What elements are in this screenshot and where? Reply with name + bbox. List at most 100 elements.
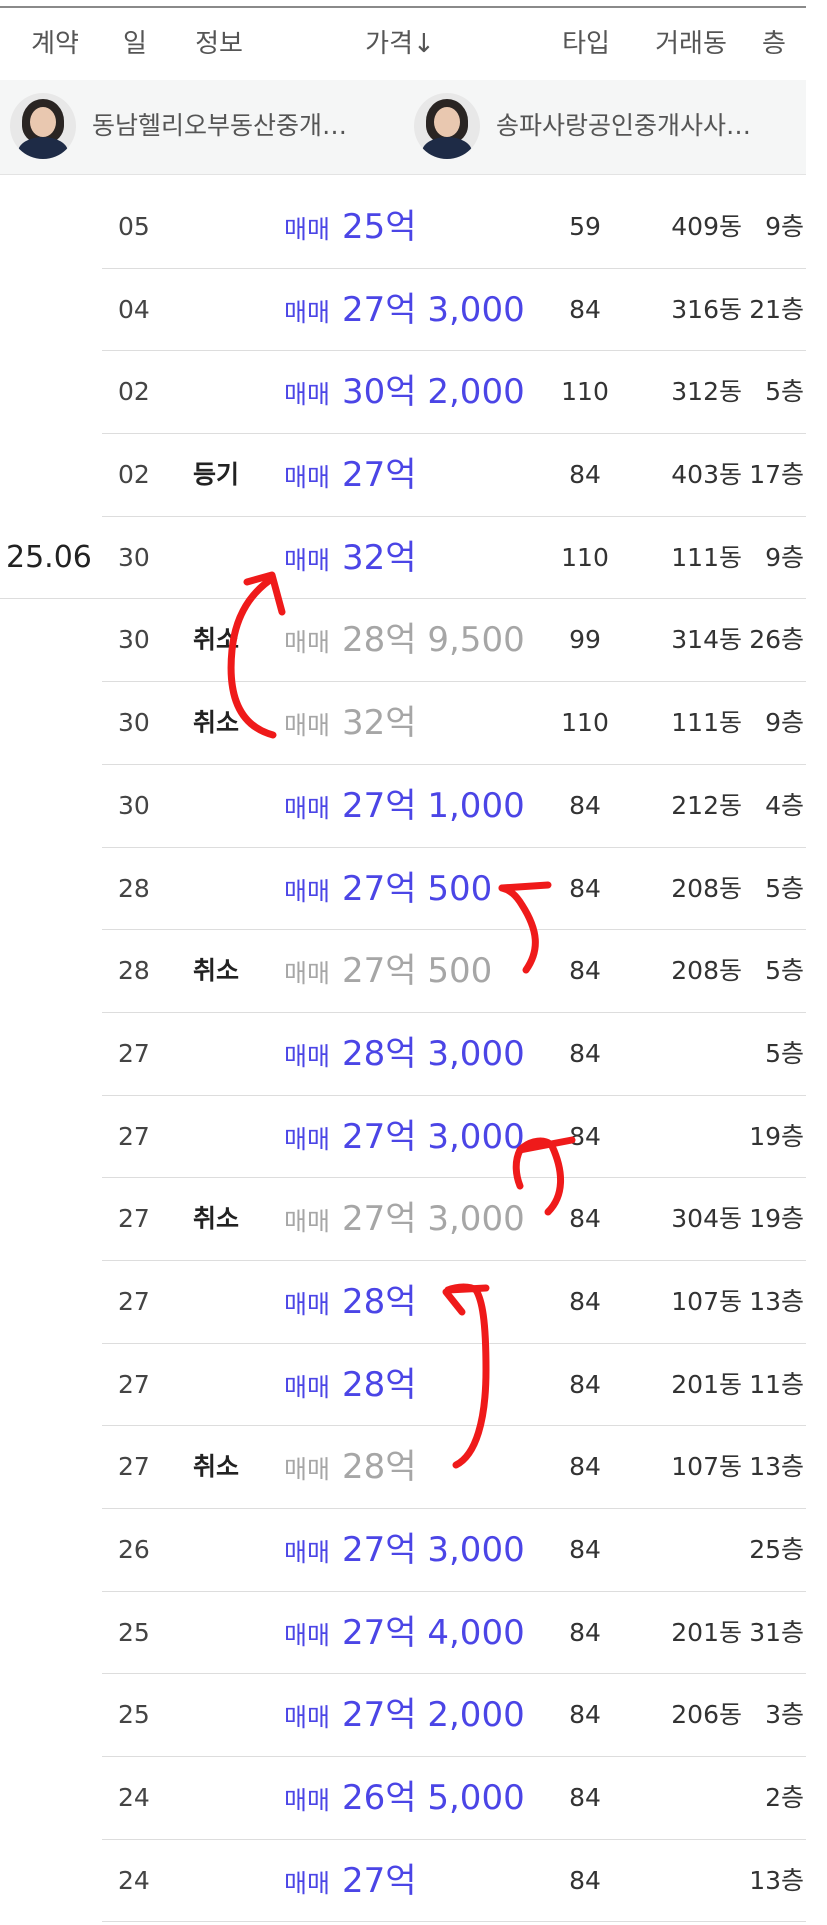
cell-price[interactable]: 매매 27억 3,000	[284, 1096, 525, 1179]
cell-dong: 312동	[671, 377, 742, 407]
table-row[interactable]: 28 매매 27억 500 84 208동 5층	[0, 848, 806, 931]
cell-price[interactable]: 매매 28억	[284, 1426, 417, 1509]
header-price-sort[interactable]: 가격↓	[350, 8, 450, 80]
header-dong[interactable]: 거래동	[644, 8, 738, 80]
cell-type: 110	[561, 542, 609, 572]
deal-type: 매매	[284, 297, 331, 327]
table-row[interactable]: 30 취소 매매 32억 110 111동 9층	[0, 682, 806, 765]
deal-type: 매매	[284, 876, 331, 906]
cell-dong	[640, 1840, 742, 1923]
cell-day: 26	[118, 1535, 150, 1564]
price-value: 28억	[342, 1281, 417, 1322]
deal-type: 매매	[284, 711, 331, 741]
cell-day: 27	[118, 1204, 150, 1234]
table-row[interactable]: 04 매매 27억 3,000 84 316동 21층	[0, 269, 806, 352]
cell-price[interactable]: 매매 27억 500	[284, 848, 492, 931]
cell-type: 84	[569, 1121, 601, 1151]
cell-price[interactable]: 매매 27억	[284, 1840, 417, 1923]
header-day[interactable]: 일	[118, 8, 152, 80]
cell-type: 84	[569, 1286, 601, 1316]
cell-price[interactable]: 매매 27억 3,000	[284, 1509, 525, 1592]
broker-avatar	[414, 93, 480, 159]
table-row[interactable]: 05 매매 25억 59 409동 9층	[0, 186, 806, 269]
cell-price[interactable]: 매매 27억 3,000	[284, 1178, 525, 1261]
price-value: 27억 3,000	[342, 289, 525, 330]
table-row[interactable]: 27 매매 28억 84 201동 11층	[0, 1344, 806, 1427]
table-row[interactable]: 25 매매 27억 4,000 84 201동 31층	[0, 1592, 806, 1675]
cell-price[interactable]: 매매 32억	[284, 682, 417, 765]
deal-type: 매매	[284, 545, 331, 575]
price-value: 27억 3,000	[342, 1530, 525, 1570]
deal-type: 매매	[284, 1289, 331, 1319]
table-row[interactable]: 26 매매 27억 3,000 84 25층	[0, 1509, 806, 1592]
cell-type: 84	[569, 1204, 601, 1234]
cell-floor: 9층	[765, 212, 804, 241]
cell-floor: 9층	[765, 708, 804, 738]
cell-type: 84	[569, 790, 601, 820]
table-row[interactable]: 27 취소 매매 28억 84 107동 13층	[0, 1426, 806, 1509]
cell-type: 110	[561, 708, 609, 738]
cell-dong	[640, 1509, 742, 1592]
cell-price[interactable]: 매매 27억 2,000	[284, 1674, 525, 1757]
cell-day: 27	[118, 1286, 150, 1316]
cell-price[interactable]: 매매 27억 3,000	[284, 269, 525, 352]
table-row[interactable]: 27 매매 28억 3,000 84 5층	[0, 1013, 806, 1096]
cell-day: 28	[118, 956, 150, 986]
cell-price[interactable]: 매매 28억	[284, 1261, 417, 1344]
deal-type: 매매	[284, 793, 331, 823]
price-value: 32억	[342, 537, 417, 578]
header-type[interactable]: 타입	[554, 8, 618, 80]
cell-floor: 11층	[749, 1369, 804, 1399]
cell-price[interactable]: 매매 28억	[284, 1344, 417, 1427]
header-floor[interactable]: 층	[756, 8, 792, 80]
table-row[interactable]: 24 매매 27억 84 13층	[0, 1840, 806, 1923]
table-row[interactable]: 02 등기 매매 27억 84 403동 17층	[0, 434, 806, 517]
table-row[interactable]: 02 매매 30억 2,000 110 312동 5층	[0, 351, 806, 435]
cell-price[interactable]: 매매 32억	[284, 517, 417, 600]
price-value: 27억 3,000	[342, 1116, 525, 1157]
table-row[interactable]: 24 매매 26억 5,000 84 2층	[0, 1757, 806, 1840]
cell-dong: 304동	[671, 1204, 742, 1234]
cell-price[interactable]: 매매 27억 4,000	[284, 1592, 525, 1675]
header-contract[interactable]: 계약	[22, 8, 88, 80]
cell-dong: 111동	[671, 542, 742, 572]
cell-day: 28	[118, 873, 150, 903]
cell-price[interactable]: 매매 27억 1,000	[284, 765, 525, 848]
price-value: 25억	[342, 207, 417, 247]
cell-floor: 19층	[749, 1204, 804, 1234]
table-row[interactable]: 30 매매 27억 1,000 84 212동 4층	[0, 765, 806, 848]
cell-type: 84	[569, 1700, 601, 1730]
cell-dong: 314동	[671, 625, 742, 655]
deal-type: 매매	[284, 1538, 331, 1567]
table-row[interactable]: 28 취소 매매 27억 500 84 208동 5층	[0, 930, 806, 1013]
header-info[interactable]: 정보	[186, 8, 252, 80]
cell-dong: 316동	[671, 294, 742, 324]
cell-info: 취소	[193, 1204, 240, 1234]
cell-type: 84	[569, 294, 601, 324]
cell-price[interactable]: 매매 30억 2,000	[284, 351, 525, 434]
table-header: 계약 일 정보 가격↓ 타입 거래동 층	[0, 6, 806, 82]
cell-floor: 17층	[749, 460, 804, 490]
cell-price[interactable]: 매매 27억 500	[284, 930, 492, 1013]
cell-price[interactable]: 매매 27억	[284, 434, 417, 517]
cell-info: 취소	[193, 625, 240, 655]
price-value: 27억 500	[342, 868, 493, 909]
cell-price[interactable]: 매매 25억	[284, 186, 417, 269]
cell-day: 24	[118, 1783, 150, 1813]
table-row[interactable]: 25 매매 27억 2,000 84 206동 3층	[0, 1674, 806, 1758]
cell-day: 27	[118, 1121, 150, 1151]
cell-price[interactable]: 매매 26억 5,000	[284, 1757, 525, 1840]
row-divider	[102, 1921, 806, 1923]
cell-price[interactable]: 매매 28억 9,500	[284, 599, 525, 682]
table-row[interactable]: 25.06 30 매매 32억 110 111동 9층	[0, 517, 806, 600]
price-value: 28억	[342, 1364, 417, 1405]
price-value: 27억	[342, 455, 417, 496]
table-row[interactable]: 27 매매 28억 84 107동 13층	[0, 1261, 806, 1344]
cell-dong: 107동	[671, 1286, 742, 1316]
deal-type: 매매	[284, 1124, 331, 1154]
table-row[interactable]: 27 취소 매매 27억 3,000 84 304동 19층	[0, 1178, 806, 1261]
cell-type: 84	[569, 873, 601, 903]
cell-price[interactable]: 매매 28억 3,000	[284, 1013, 525, 1096]
table-row[interactable]: 27 매매 27억 3,000 84 19층	[0, 1096, 806, 1179]
table-row[interactable]: 30 취소 매매 28억 9,500 99 314동 26층	[0, 599, 806, 683]
